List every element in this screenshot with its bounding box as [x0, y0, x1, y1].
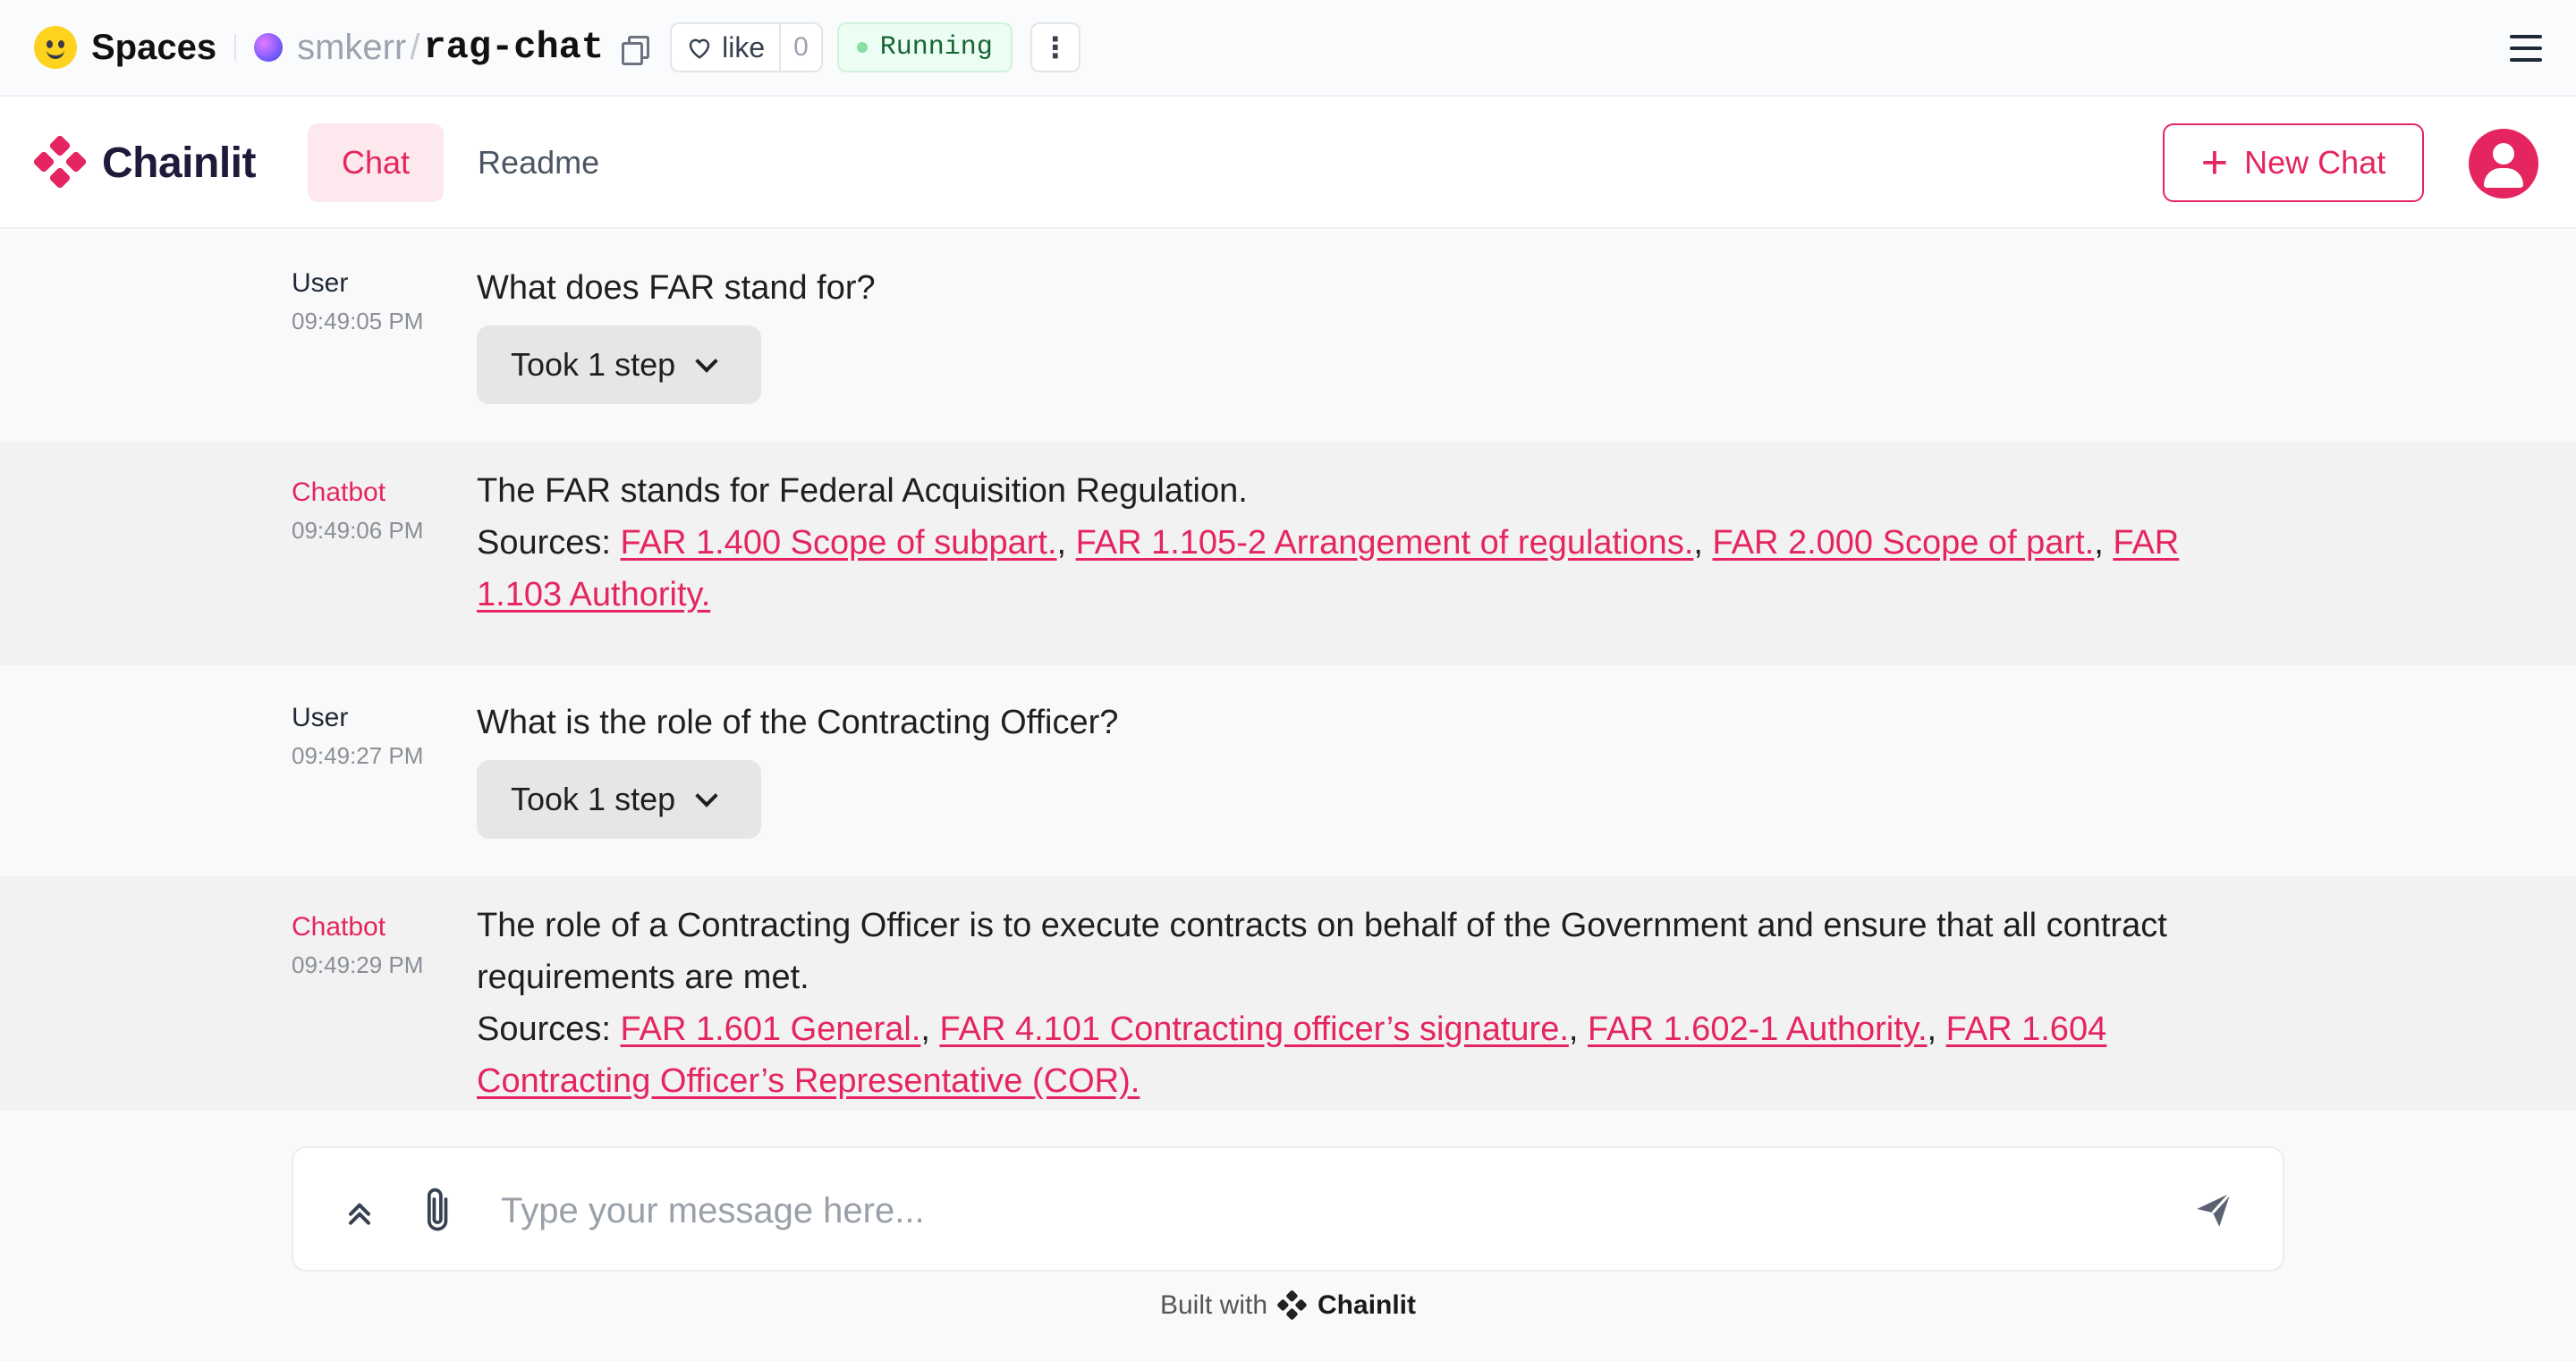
message-time: 09:49:05 PM: [292, 308, 424, 334]
plus-icon: +: [2200, 137, 2229, 189]
copy-icon[interactable]: [620, 34, 650, 65]
message-time: 09:49:06 PM: [292, 517, 424, 544]
source-link[interactable]: FAR 1.602-1 Authority.: [1588, 1010, 1928, 1048]
user-avatar-icon[interactable]: [2469, 129, 2538, 199]
chainlit-logo: Chainlit: [32, 134, 257, 191]
message-composer: [292, 1146, 2284, 1273]
status-text: Running: [879, 32, 993, 63]
source-link[interactable]: FAR 1.105-2 Arrangement of regulations.: [1076, 524, 1694, 562]
message-sources: Sources: FAR 1.601 General., FAR 4.101 C…: [477, 1010, 2107, 1100]
app-header: Chainlit Chat Readme + New Chat: [0, 98, 2576, 229]
like-button[interactable]: like 0: [670, 22, 823, 72]
chevrons-up-icon[interactable]: [342, 1193, 377, 1232]
hf-top-bar: Spaces smkerr / rag-chat like 0 Running …: [0, 0, 2576, 97]
chainlit-logo-icon: [33, 135, 87, 189]
path-separator: /: [410, 27, 420, 67]
message-bot: Chatbot 09:49:29 PM The role of a Contra…: [0, 876, 2576, 1111]
divider: [234, 34, 237, 61]
source-link[interactable]: FAR 2.000 Scope of part.: [1713, 524, 2095, 562]
built-with-text: Built with: [1159, 1290, 1268, 1320]
new-chat-button[interactable]: + New Chat: [2163, 123, 2424, 202]
chat-messages[interactable]: User 09:49:05 PM What does FAR stand for…: [0, 231, 2576, 1111]
new-chat-label: New Chat: [2244, 144, 2386, 181]
composer-area: Built with Chainlit: [0, 1111, 2576, 1361]
status-dot-icon: [856, 42, 868, 53]
message-time: 09:49:27 PM: [292, 742, 424, 769]
footer: Built with Chainlit: [0, 1289, 2576, 1322]
spaces-link[interactable]: Spaces: [91, 28, 216, 68]
took-step-button[interactable]: Took 1 step: [477, 325, 761, 404]
chevron-down-icon: [695, 350, 718, 373]
footer-brand[interactable]: Chainlit: [1318, 1290, 1416, 1321]
like-count: 0: [793, 32, 809, 62]
paperclip-icon[interactable]: [419, 1186, 460, 1236]
message-text: The role of a Contracting Officer is to …: [477, 907, 2167, 996]
sources-label: Sources:: [477, 524, 611, 562]
message-text: What does FAR stand for?: [477, 269, 876, 307]
menu-icon[interactable]: [2510, 30, 2542, 66]
message-text: The FAR stands for Federal Acquisition R…: [477, 472, 1248, 510]
message-author: User: [292, 268, 349, 298]
message-author: Chatbot: [292, 478, 386, 507]
message-user: User 09:49:27 PM What is the role of the…: [0, 665, 2576, 876]
tab-chat[interactable]: Chat: [308, 123, 445, 202]
message-time: 09:49:29 PM: [292, 951, 424, 978]
source-link[interactable]: FAR 4.101 Contracting officer’s signatur…: [940, 1010, 1569, 1048]
brand-name: Chainlit: [102, 139, 257, 187]
sources-label: Sources:: [477, 1010, 611, 1048]
tab-readme[interactable]: Readme: [444, 123, 633, 202]
status-badge: Running: [836, 22, 1013, 72]
message-text: What is the role of the Contracting Offi…: [477, 704, 1119, 741]
source-link[interactable]: FAR 1.601 General.: [621, 1010, 921, 1048]
huggingface-logo-icon[interactable]: [34, 26, 77, 69]
more-options-button[interactable]: ⋮: [1030, 22, 1080, 72]
chevron-down-icon: [695, 784, 718, 807]
message-sources: Sources: FAR 1.400 Scope of subpart., FA…: [477, 524, 2180, 613]
took-step-button[interactable]: Took 1 step: [477, 760, 761, 839]
send-icon[interactable]: [2191, 1188, 2236, 1232]
source-link[interactable]: FAR 1.400 Scope of subpart.: [621, 524, 1057, 562]
heart-icon: [689, 38, 710, 59]
message-bot: Chatbot 09:49:06 PM The FAR stands for F…: [0, 442, 2576, 665]
message-author: User: [292, 703, 349, 732]
message-author: Chatbot: [292, 912, 386, 942]
repo-name[interactable]: rag-chat: [423, 26, 604, 69]
owner-avatar: [254, 33, 284, 62]
message-input[interactable]: [501, 1148, 2200, 1273]
owner-link[interactable]: smkerr: [297, 28, 406, 68]
like-label: like: [722, 30, 766, 63]
step-label: Took 1 step: [511, 346, 676, 383]
step-label: Took 1 step: [511, 781, 676, 817]
message-user: User 09:49:05 PM What does FAR stand for…: [0, 231, 2576, 442]
chainlit-footer-logo-icon: [1277, 1290, 1307, 1320]
